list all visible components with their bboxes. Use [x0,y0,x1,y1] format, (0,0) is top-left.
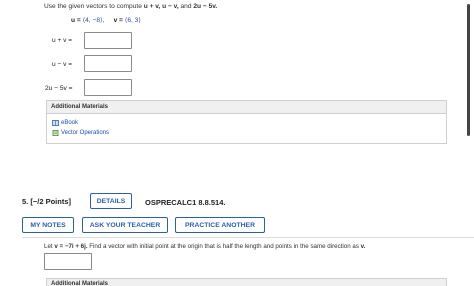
section-divider [22,237,474,238]
additional-materials-title-2: Additional Materials [46,278,447,286]
additional-materials-title: Additional Materials [47,101,446,114]
given-vectors: u = ⟨4, −8⟩, v = ⟨6, 3⟩ [71,17,141,24]
document-icon [52,129,59,137]
scrollbar-thumb[interactable] [467,4,470,136]
u-plus-v-label: u + v = [52,37,73,44]
2u-minus-5v-input[interactable] [84,79,132,96]
ebook-link[interactable]: eBook [52,120,78,126]
question-5-header: 5. [−/2 Points] [22,193,71,209]
u-minus-v-label: u − v = [52,61,73,68]
additional-materials-box: Additional Materials eBook Vector Operat… [46,100,447,144]
ask-your-teacher-button[interactable]: ASK YOUR TEACHER [82,217,168,233]
ebook-icon [52,120,59,126]
half-vector-input[interactable] [44,253,92,270]
practice-another-button[interactable]: PRACTICE ANOTHER [175,217,265,233]
2u-minus-5v-label: 2u − 5v = [45,85,73,92]
details-button[interactable]: DETAILS [90,193,132,209]
question-code: OSPRECALC1 8.8.514. [145,198,226,207]
u-minus-v-input[interactable] [84,55,132,72]
vector-operations-link[interactable]: Vector Operations [52,129,109,137]
question-4-instructions: Use the given vectors to compute u + v, … [44,3,218,10]
question-5-text: Let v = −7i + 6j. Find a vector with ini… [44,243,366,250]
u-plus-v-input[interactable] [84,32,132,49]
question-number: 5. [−/2 Points] [22,196,71,206]
my-notes-button[interactable]: MY NOTES [22,217,74,233]
